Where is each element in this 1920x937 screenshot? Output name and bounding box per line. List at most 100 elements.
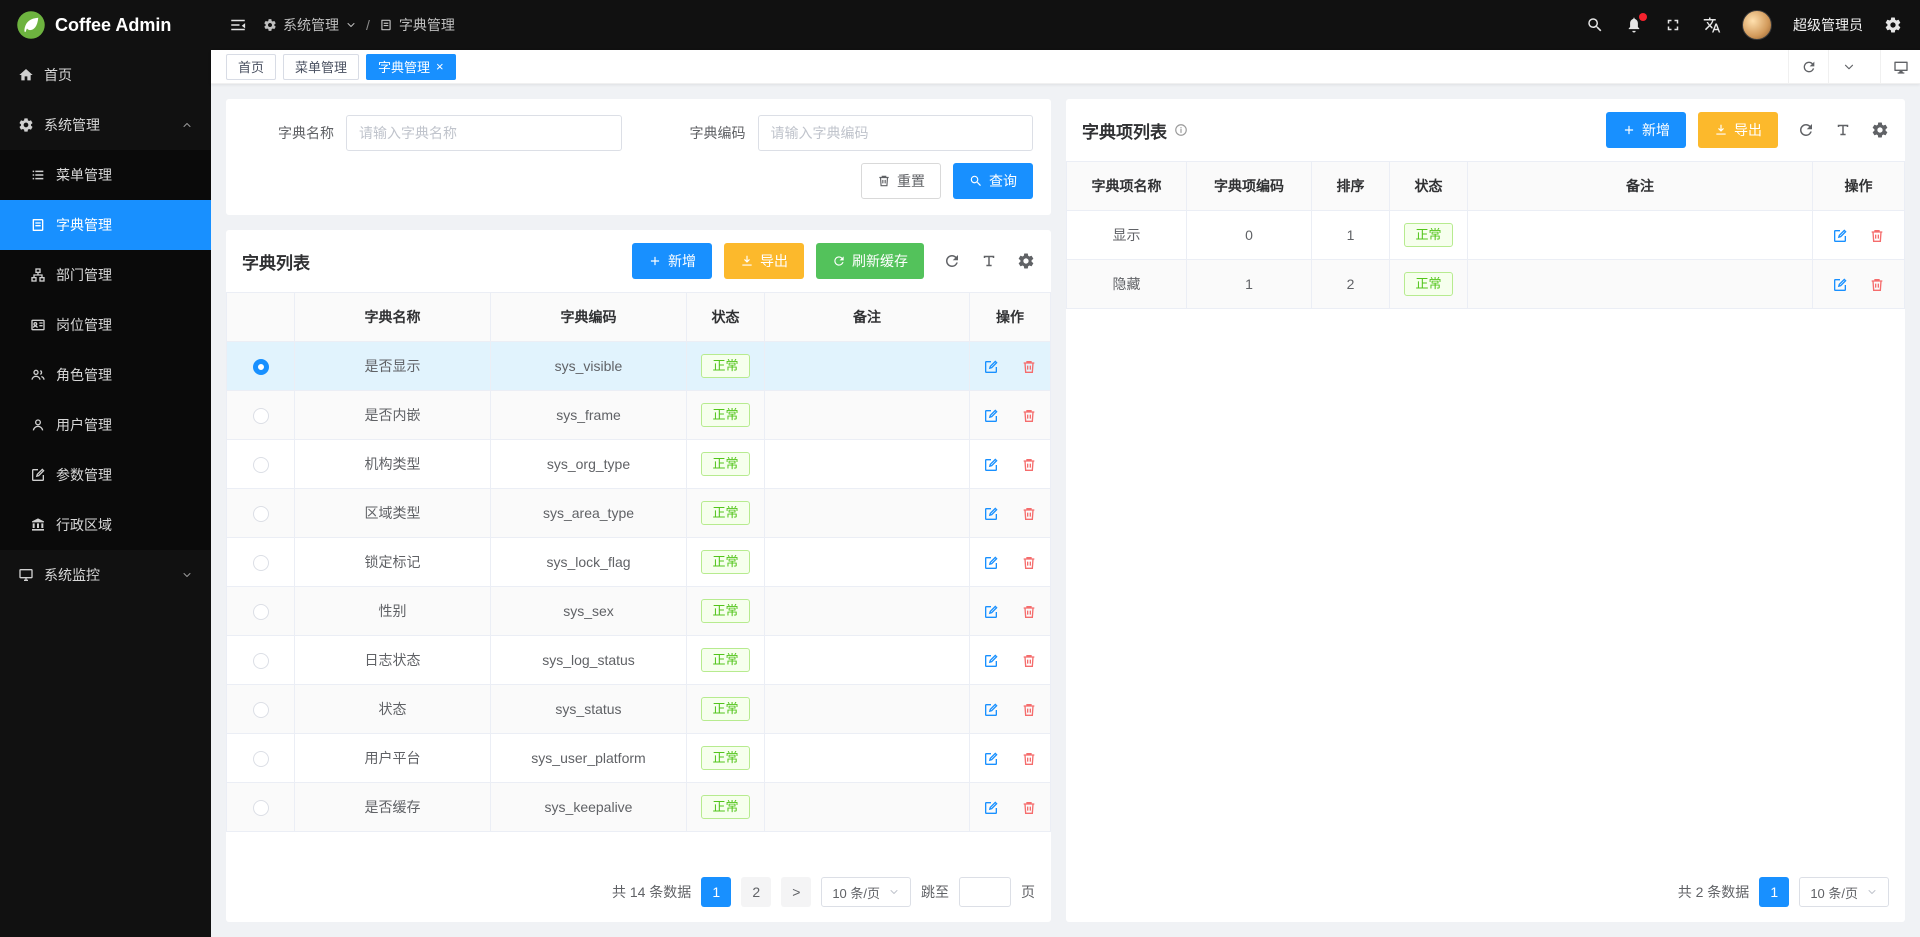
row-radio[interactable] (253, 555, 269, 571)
font-size-icon[interactable] (1834, 121, 1852, 139)
edit-icon[interactable] (983, 653, 999, 669)
dict-table-row[interactable]: 区域类型 sys_area_type 正常 (227, 489, 1051, 538)
page-2-button[interactable]: 2 (741, 877, 771, 907)
page-size-select[interactable]: 10 条/页 (1799, 877, 1889, 907)
row-radio[interactable] (253, 800, 269, 816)
delete-icon[interactable] (1021, 702, 1037, 718)
edit-icon[interactable] (983, 359, 999, 375)
delete-icon[interactable] (1021, 800, 1037, 816)
tab-actions-chevron-icon[interactable] (1828, 50, 1868, 83)
dict-table-row[interactable]: 状态 sys_status 正常 (227, 685, 1051, 734)
delete-icon[interactable] (1021, 555, 1037, 571)
bell-icon[interactable] (1625, 16, 1643, 34)
dict-table-row[interactable]: 机构类型 sys_org_type 正常 (227, 440, 1051, 489)
tab-dict-mgmt[interactable]: 字典管理 × (366, 54, 456, 80)
delete-icon[interactable] (1021, 506, 1037, 522)
fullscreen-icon[interactable] (1664, 16, 1682, 34)
refresh-tab-icon[interactable] (1788, 50, 1828, 83)
settings-icon[interactable] (1884, 16, 1902, 34)
close-tab-icon[interactable]: × (436, 60, 444, 73)
sidebar-item-home[interactable]: 首页 (0, 50, 211, 100)
row-radio[interactable] (253, 457, 269, 473)
delete-icon[interactable] (1021, 457, 1037, 473)
edit-icon[interactable] (983, 604, 999, 620)
edit-icon[interactable] (1832, 277, 1848, 293)
page-1-button[interactable]: 1 (1759, 877, 1789, 907)
dict-table-row[interactable]: 锁定标记 sys_lock_flag 正常 (227, 538, 1051, 587)
page-size-select[interactable]: 10 条/页 (821, 877, 911, 907)
edit-icon[interactable] (983, 800, 999, 816)
reset-button[interactable]: 重置 (861, 163, 941, 199)
edit-icon[interactable] (1832, 228, 1848, 244)
edit-icon[interactable] (983, 702, 999, 718)
sidebar-item-menu-mgmt[interactable]: 菜单管理 (0, 150, 211, 200)
info-icon[interactable] (1174, 123, 1188, 137)
username[interactable]: 超级管理员 (1793, 15, 1863, 35)
column-settings-icon[interactable] (1871, 121, 1889, 139)
radio-cell (227, 783, 295, 832)
edit-icon[interactable] (983, 506, 999, 522)
export-dict-button[interactable]: 导出 (724, 243, 804, 279)
next-page-button[interactable]: > (781, 877, 811, 907)
sidebar-item-dept-mgmt[interactable]: 部门管理 (0, 250, 211, 300)
delete-icon[interactable] (1021, 653, 1037, 669)
sidebar-item-system-mgmt[interactable]: 系统管理 (0, 100, 211, 150)
delete-icon[interactable] (1869, 228, 1885, 244)
page-1-button[interactable]: 1 (701, 877, 731, 907)
edit-icon[interactable] (983, 457, 999, 473)
delete-icon[interactable] (1021, 604, 1037, 620)
tab-home[interactable]: 首页 (226, 54, 276, 80)
tab-menu-mgmt[interactable]: 菜单管理 (283, 54, 359, 80)
jump-page-input[interactable] (959, 877, 1011, 907)
dict-table-row[interactable]: 是否缓存 sys_keepalive 正常 (227, 783, 1051, 832)
dict-code-input[interactable] (758, 115, 1034, 151)
row-radio[interactable] (253, 751, 269, 767)
edit-icon[interactable] (983, 408, 999, 424)
row-radio[interactable] (253, 359, 269, 375)
dict-table-row[interactable]: 是否内嵌 sys_frame 正常 (227, 391, 1051, 440)
collapse-sidebar-icon[interactable] (229, 16, 247, 34)
refresh-icon[interactable] (1797, 121, 1815, 139)
dict-name-field: 字典名称 (244, 115, 622, 151)
edit-icon[interactable] (983, 751, 999, 767)
row-radio[interactable] (253, 506, 269, 522)
query-button[interactable]: 查询 (953, 163, 1033, 199)
sidebar-item-user-mgmt[interactable]: 用户管理 (0, 400, 211, 450)
edit-icon[interactable] (983, 555, 999, 571)
content-fullscreen-icon[interactable] (1880, 50, 1920, 83)
search-form-row: 字典名称 字典编码 (244, 115, 1033, 151)
add-dict-item-button[interactable]: 新增 (1606, 112, 1686, 148)
sidebar-item-param-mgmt[interactable]: 参数管理 (0, 450, 211, 500)
avatar[interactable] (1742, 10, 1772, 40)
dict-table-row[interactable]: 性别 sys_sex 正常 (227, 587, 1051, 636)
font-size-icon[interactable] (980, 252, 998, 270)
dict-table-row[interactable]: 用户平台 sys_user_platform 正常 (227, 734, 1051, 783)
search-icon[interactable] (1586, 16, 1604, 34)
export-dict-item-button[interactable]: 导出 (1698, 112, 1778, 148)
dict-item-row[interactable]: 显示 0 1 正常 (1067, 211, 1905, 260)
dict-item-row[interactable]: 隐藏 1 2 正常 (1067, 260, 1905, 309)
sidebar-item-system-monitor[interactable]: 系统监控 (0, 550, 211, 600)
row-radio[interactable] (253, 702, 269, 718)
refresh-cache-button[interactable]: 刷新缓存 (816, 243, 924, 279)
translate-icon[interactable] (1703, 16, 1721, 34)
row-radio[interactable] (253, 653, 269, 669)
sidebar-item-post-mgmt[interactable]: 岗位管理 (0, 300, 211, 350)
delete-icon[interactable] (1869, 277, 1885, 293)
delete-icon[interactable] (1021, 408, 1037, 424)
add-dict-button[interactable]: 新增 (632, 243, 712, 279)
delete-icon[interactable] (1021, 359, 1037, 375)
dict-name-cell: 用户平台 (295, 734, 491, 783)
breadcrumb-system-mgmt[interactable]: 系统管理 (263, 15, 357, 35)
dict-name-input[interactable] (346, 115, 622, 151)
refresh-icon[interactable] (943, 252, 961, 270)
row-radio[interactable] (253, 408, 269, 424)
column-settings-icon[interactable] (1017, 252, 1035, 270)
delete-icon[interactable] (1021, 751, 1037, 767)
row-radio[interactable] (253, 604, 269, 620)
sidebar-item-dict-mgmt[interactable]: 字典管理 (0, 200, 211, 250)
dict-table-row[interactable]: 是否显示 sys_visible 正常 (227, 342, 1051, 391)
dict-table-row[interactable]: 日志状态 sys_log_status 正常 (227, 636, 1051, 685)
sidebar-item-role-mgmt[interactable]: 角色管理 (0, 350, 211, 400)
sidebar-item-region-mgmt[interactable]: 行政区域 (0, 500, 211, 550)
